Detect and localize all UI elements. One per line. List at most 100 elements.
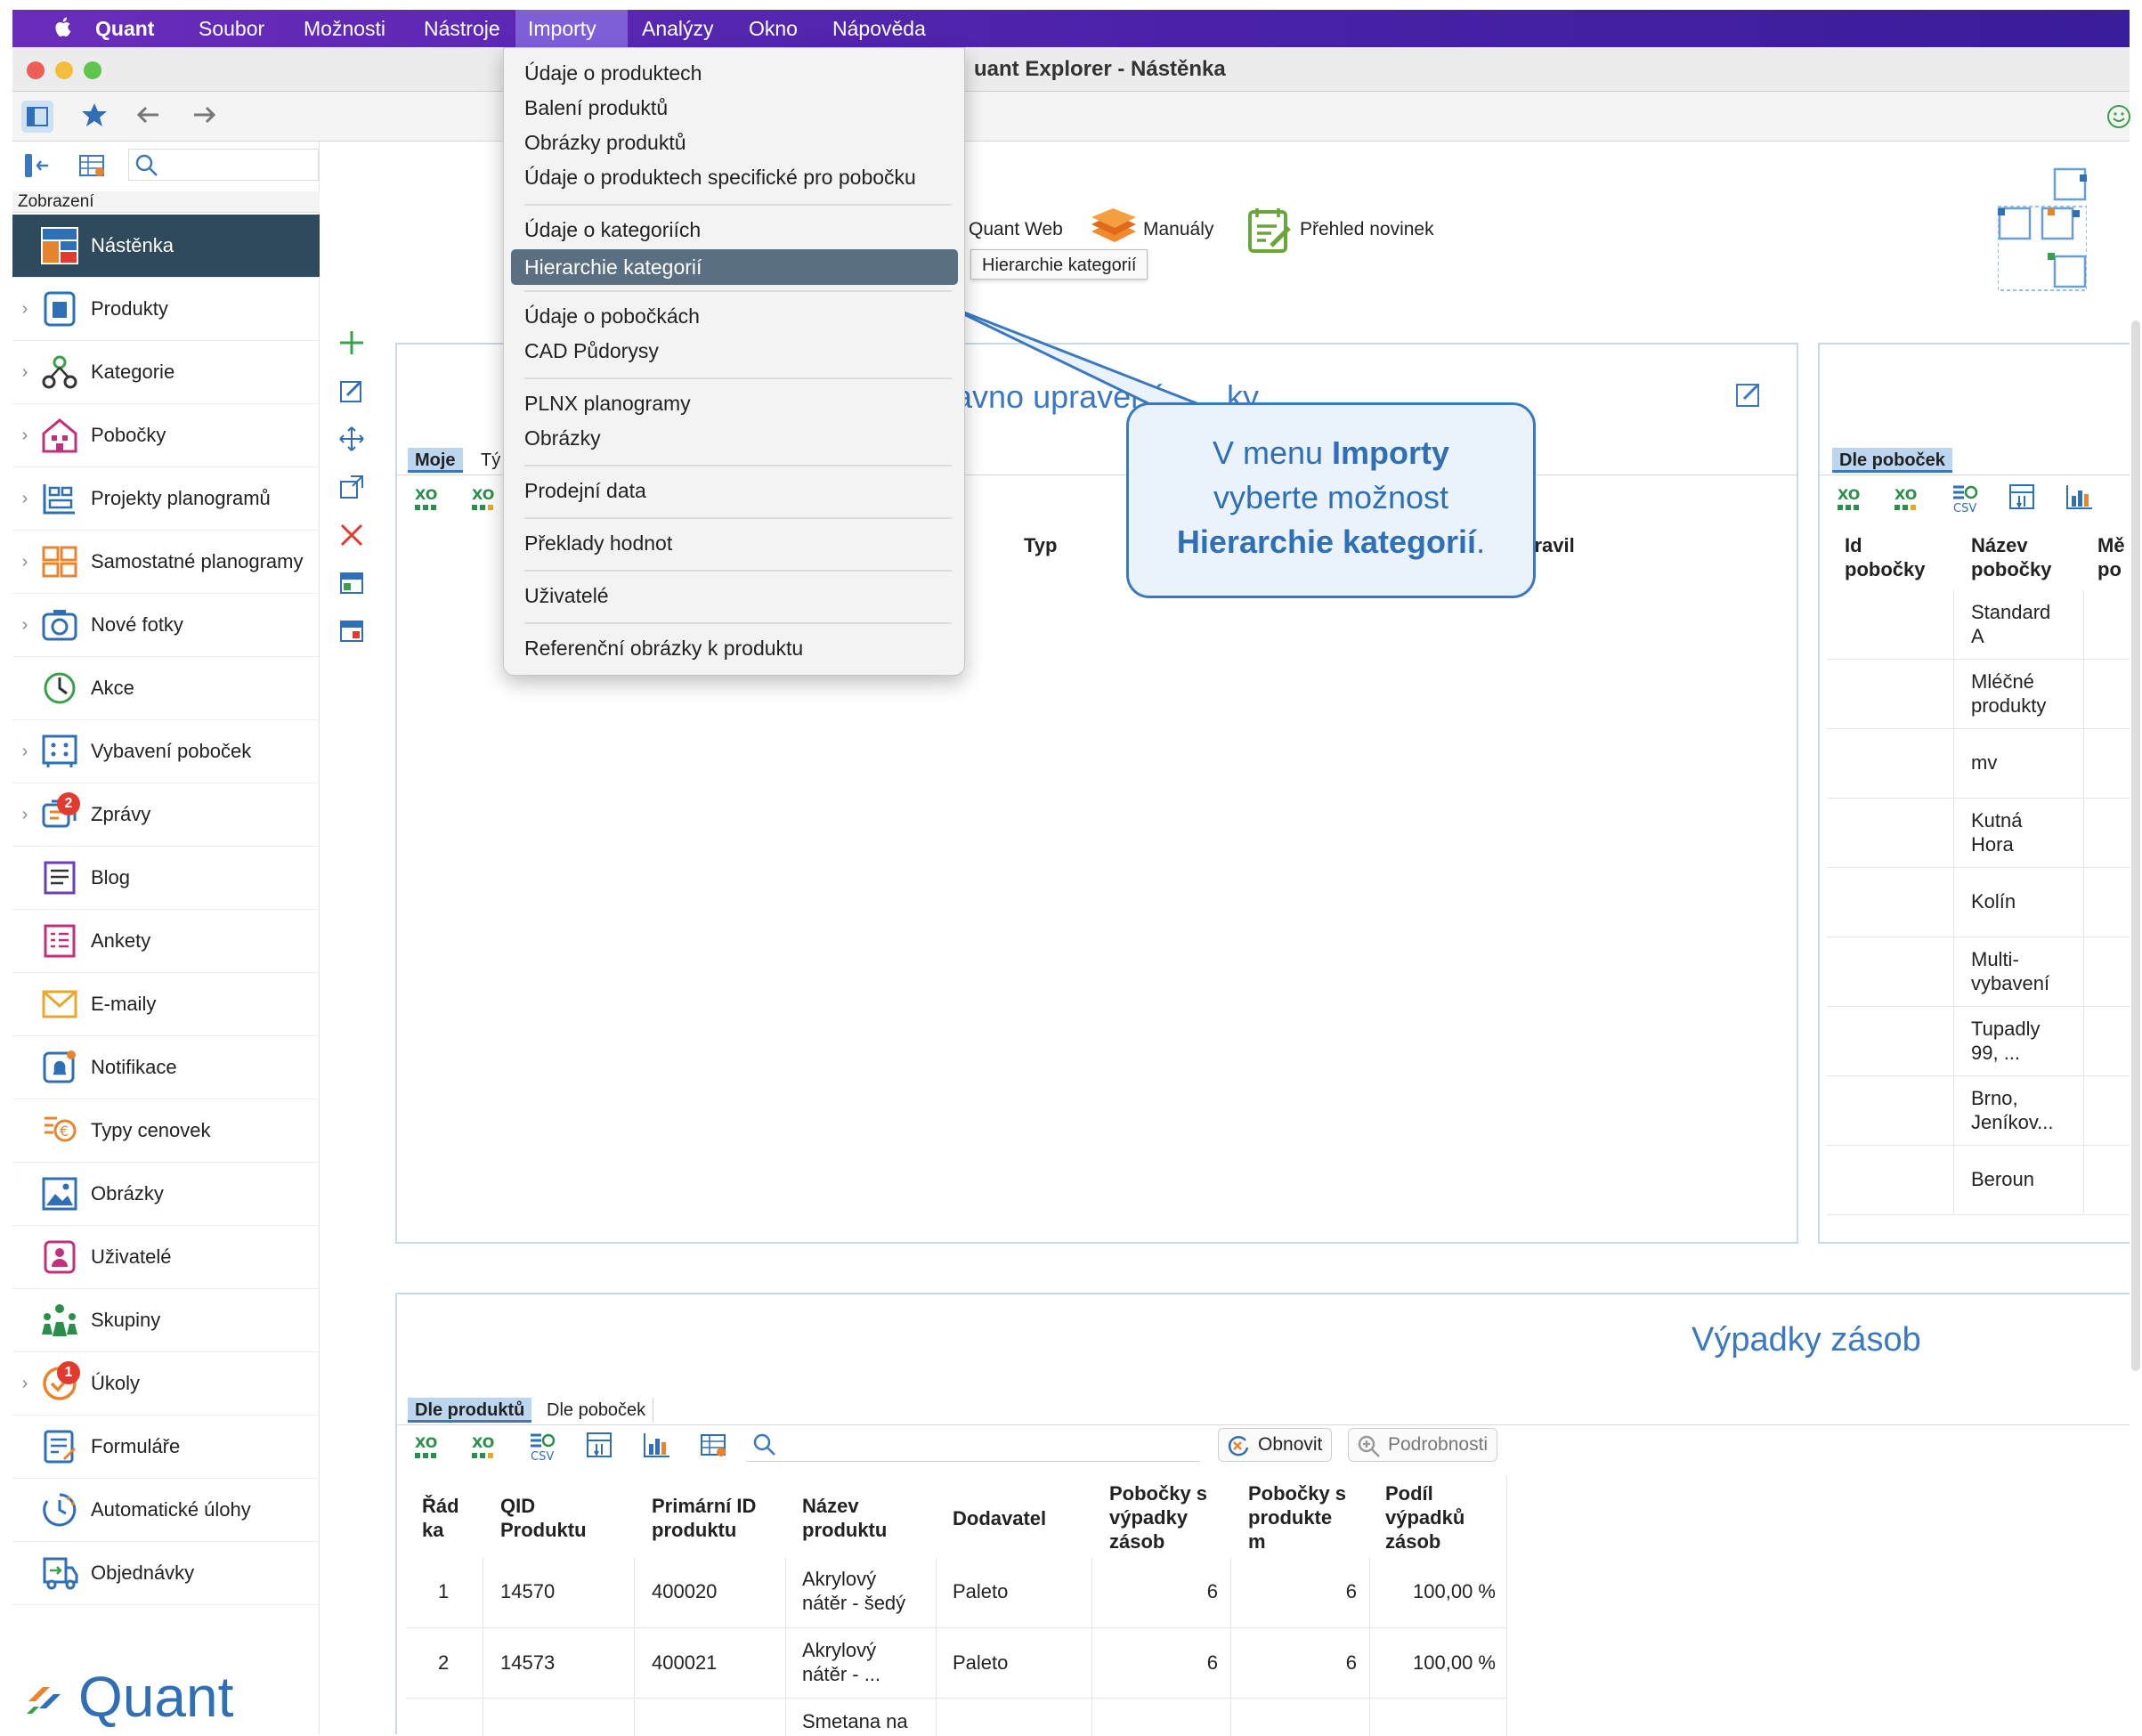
- sidebar-item-automaticke-ulohy[interactable]: Automatické úlohy: [12, 1479, 320, 1542]
- sidebar-item-obrazky[interactable]: Obrázky: [12, 1163, 320, 1226]
- column-header-nazev-pobocky[interactable]: Název pobočky: [1971, 533, 2051, 581]
- move-widget-icon[interactable]: [337, 424, 367, 454]
- favorites-star-icon[interactable]: [80, 101, 109, 129]
- vertical-scrollbar[interactable]: [2131, 320, 2140, 1371]
- forward-arrow-icon[interactable]: [191, 102, 219, 127]
- add-widget-icon[interactable]: [337, 328, 367, 358]
- menu-item-hierarchie-kategorii[interactable]: Hierarchie kategorií: [511, 249, 958, 285]
- menu-item-udaje-o-produktech-pobocka[interactable]: Údaje o produktech specifické pro pobočk…: [524, 164, 916, 191]
- load-layout-icon[interactable]: [337, 616, 367, 646]
- export-csv-icon[interactable]: CSV: [529, 1432, 559, 1462]
- manuals-books-icon[interactable]: [1088, 207, 1140, 249]
- quicklink-prehled-novinek[interactable]: Přehled novinek: [1300, 219, 1434, 240]
- export-xo-icon[interactable]: XO: [1838, 485, 1866, 514]
- menu-item-obrazky-produktu[interactable]: Obrázky produktů: [524, 129, 686, 156]
- menu-app-quant[interactable]: Quant: [83, 10, 166, 47]
- menu-item-baleni-produktu[interactable]: Balení produktů: [524, 94, 668, 121]
- column-header-podil-vypadku[interactable]: Podíl výpadků zásob: [1385, 1481, 1465, 1553]
- zoom-window-button[interactable]: [84, 61, 101, 79]
- table-settings-icon[interactable]: [78, 152, 107, 179]
- chart-icon[interactable]: [2065, 483, 2094, 512]
- sidebar-item-emaily[interactable]: E-maily: [12, 973, 320, 1036]
- dashboard-layout-icon[interactable]: [1998, 167, 2087, 292]
- column-header-pobocky-s-produktem[interactable]: Pobočky s produkte m: [1248, 1481, 1346, 1553]
- minimize-window-button[interactable]: [55, 61, 73, 79]
- sidebar-search-input[interactable]: [128, 149, 319, 181]
- column-header-nazev-produktu[interactable]: Název produktu: [802, 1494, 887, 1542]
- apple-menu-icon[interactable]: [39, 10, 87, 47]
- table-search-input[interactable]: [746, 1428, 1200, 1462]
- menu-okno[interactable]: Okno: [736, 10, 810, 47]
- export-csv-icon[interactable]: CSV: [1951, 483, 1982, 514]
- sidebar-item-produkty[interactable]: › Produkty: [12, 278, 320, 341]
- tab-dle-pobocek[interactable]: Dle poboček: [540, 1398, 654, 1423]
- sidebar-item-objednavky[interactable]: Objednávky: [12, 1542, 320, 1605]
- sidebar-item-typy-cenovek[interactable]: € Typy cenovek: [12, 1099, 320, 1163]
- menu-napoveda[interactable]: Nápověda: [820, 10, 938, 47]
- sidebar-item-pobocky[interactable]: › Pobočky: [12, 404, 320, 467]
- column-header-primarni-id[interactable]: Primární ID produktu: [652, 1494, 756, 1542]
- export-xo-settings-icon[interactable]: XO: [472, 1433, 500, 1462]
- sidebar-item-vybaveni-pobocek[interactable]: › Vybavení poboček: [12, 720, 320, 783]
- tab-dle-pobocek[interactable]: Dle poboček: [1832, 448, 1952, 473]
- export-xo-icon[interactable]: XO: [415, 1433, 443, 1462]
- quicklink-quant-web[interactable]: Quant Web: [969, 219, 1063, 240]
- sidebar-item-zpravy[interactable]: › 2 Zprávy: [12, 783, 320, 847]
- tab-dle-produktu[interactable]: Dle produktů: [408, 1398, 532, 1423]
- menu-item-referencni-obrazky[interactable]: Referenční obrázky k produktu: [524, 635, 803, 661]
- menu-item-obrazky[interactable]: Obrázky: [524, 425, 601, 451]
- smiley-feedback-icon[interactable]: [2106, 104, 2131, 129]
- sidebar-item-akce[interactable]: Akce: [12, 657, 320, 720]
- sidebar-item-uzivatele[interactable]: Uživatelé: [12, 1226, 320, 1289]
- column-header-id-pobocky[interactable]: Id pobočky: [1845, 533, 1925, 581]
- sidebar-item-blog[interactable]: Blog: [12, 847, 320, 910]
- resize-widget-icon[interactable]: [337, 472, 367, 502]
- quicklink-manualy[interactable]: Manuály: [1143, 219, 1213, 240]
- menu-item-prodejni-data[interactable]: Prodejní data: [524, 477, 646, 504]
- sort-columns-icon[interactable]: [2008, 483, 2037, 512]
- column-header-typ[interactable]: Typ: [1024, 533, 1057, 557]
- menu-item-udaje-o-pobockach[interactable]: Údaje o pobočkách: [524, 303, 700, 329]
- news-overview-icon[interactable]: [1245, 205, 1296, 255]
- sort-columns-icon[interactable]: [586, 1432, 614, 1460]
- menu-item-cad-pudorysy[interactable]: CAD Půdorysy: [524, 337, 659, 364]
- table-settings-icon[interactable]: [700, 1432, 728, 1460]
- export-xo-settings-icon[interactable]: XO: [472, 485, 500, 514]
- menu-moznosti[interactable]: Možnosti: [291, 10, 398, 47]
- collapse-sidebar-icon[interactable]: [21, 152, 52, 179]
- delete-widget-icon[interactable]: [337, 520, 367, 550]
- column-header-dodavatel[interactable]: Dodavatel: [953, 1506, 1046, 1530]
- menu-item-preklady-hodnot[interactable]: Překlady hodnot: [524, 530, 672, 556]
- sidebar-item-kategorie[interactable]: › Kategorie: [12, 341, 320, 404]
- sidebar-item-skupiny[interactable]: Skupiny: [12, 1289, 320, 1352]
- column-header-pobocky-s-vypadky[interactable]: Pobočky s výpadky zásob: [1109, 1481, 1207, 1553]
- close-window-button[interactable]: [27, 61, 45, 79]
- edit-panel-icon[interactable]: [1734, 380, 1763, 409]
- back-arrow-icon[interactable]: [134, 102, 162, 127]
- menu-item-plnx-planogramy[interactable]: PLNX planogramy: [524, 390, 691, 417]
- menu-item-udaje-o-produktech[interactable]: Údaje o produktech: [524, 60, 702, 86]
- column-header-mesto[interactable]: Mě po: [2097, 533, 2125, 581]
- sidebar-toggle-icon[interactable]: [21, 101, 53, 133]
- sidebar-item-ankety[interactable]: Ankety: [12, 910, 320, 973]
- edit-widget-icon[interactable]: [337, 376, 367, 406]
- sidebar-item-samostatne-planogramy[interactable]: › Samostatné planogramy: [12, 531, 320, 594]
- chart-icon[interactable]: [643, 1432, 671, 1460]
- sidebar-item-nastenka[interactable]: Nástěnka: [12, 215, 320, 278]
- save-layout-icon[interactable]: [337, 568, 367, 598]
- sidebar-item-projekty-planogramu[interactable]: › Projekty planogramů: [12, 467, 320, 531]
- sidebar-item-nove-fotky[interactable]: › Nové fotky: [12, 594, 320, 657]
- menu-item-udaje-o-kategoriich[interactable]: Údaje o kategoriích: [524, 216, 701, 243]
- export-xo-icon[interactable]: XO: [415, 485, 443, 514]
- menu-soubor[interactable]: Soubor: [186, 10, 277, 47]
- sidebar-item-ukoly[interactable]: › 1 Úkoly: [12, 1352, 320, 1416]
- column-header-qid[interactable]: QID Produktu: [500, 1494, 587, 1542]
- sidebar-item-notifikace[interactable]: Notifikace: [12, 1036, 320, 1099]
- column-header-radka[interactable]: Řád ka: [422, 1494, 459, 1542]
- sidebar-item-formulare[interactable]: Formuláře: [12, 1416, 320, 1479]
- menu-nastroje[interactable]: Nástroje: [411, 10, 513, 47]
- menu-importy[interactable]: Importy: [515, 10, 628, 47]
- menu-item-uzivatele[interactable]: Uživatelé: [524, 582, 609, 609]
- export-xo-settings-icon[interactable]: XO: [1895, 485, 1923, 514]
- details-button[interactable]: Podrobnosti: [1348, 1428, 1498, 1462]
